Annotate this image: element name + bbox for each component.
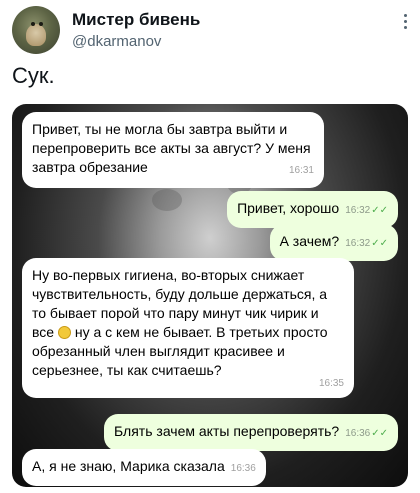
message-text: Привет, ты не могла бы завтра выйти и пе… [32,121,311,175]
tweet-text: Сук. [12,63,55,88]
message-outgoing: Привет, хорошо 16:32✓✓ [227,191,398,228]
double-check-icon: ✓✓ [371,238,388,249]
message-time: 16:36 [345,428,371,439]
message-text: Блять зачем акты перепроверять? [114,423,340,439]
message-text: Привет, хорошо [237,200,340,216]
chat-screenshot: Привет, ты не могла бы завтра выйти и пе… [12,104,408,487]
author-name[interactable]: Мистер бивень [72,10,200,30]
message-time: 16:32 [345,238,371,249]
message-incoming: Ну во-первых гигиена, во-вторых снижает … [22,258,354,398]
tweet-header: Мистер бивень @dkarmanov [12,6,410,56]
message-outgoing: А зачем? 16:32✓✓ [269,224,398,261]
grinning-face-emoji-icon [57,326,71,339]
message-time: 16:31 [288,165,314,176]
double-check-icon: ✓✓ [371,205,388,216]
double-check-icon: ✓✓ [371,428,388,439]
avatar[interactable] [12,6,60,54]
message-time: 16:35 [318,378,344,389]
message-time: 16:36 [230,463,256,474]
message-text: ну а с кем не бывает. В третьих просто о… [32,324,328,378]
author-handle[interactable]: @dkarmanov [72,33,161,50]
message-incoming: А, я не знаю, Марика сказала 16:36 [22,449,266,486]
more-options-icon[interactable] [404,14,408,32]
message-incoming: Привет, ты не могла бы завтра выйти и пе… [22,112,324,188]
message-text: А, я не знаю, Марика сказала [32,458,225,474]
message-outgoing: Блять зачем акты перепроверять? 16:36✓✓ [104,414,398,451]
message-time: 16:32 [345,205,371,216]
message-text: А зачем? [279,233,340,249]
